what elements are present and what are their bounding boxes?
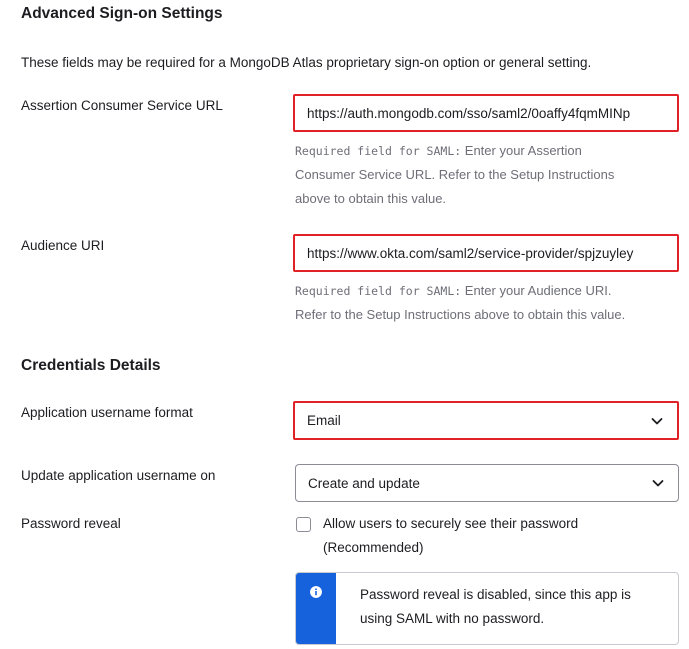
audience-uri-help: Required field for SAML: Enter your Audi…	[295, 279, 679, 327]
username-format-select[interactable]: Email	[293, 401, 679, 440]
audience-uri-label: Audience URI	[21, 238, 105, 253]
username-format-label: Application username format	[21, 405, 193, 420]
advanced-settings-title: Advanced Sign-on Settings	[21, 5, 223, 22]
password-reveal-callout: Password reveal is disabled, since this …	[295, 572, 679, 645]
acs-url-help-line2: Consumer Service URL. Refer to the Setup…	[295, 167, 615, 182]
acs-url-help-line1: Enter your Assertion	[461, 143, 582, 158]
acs-url-help-line3: above to obtain this value.	[295, 191, 447, 206]
callout-accent-bar	[296, 573, 336, 644]
update-username-value: Create and update	[308, 475, 420, 491]
username-format-value: Email	[307, 413, 341, 428]
update-username-select[interactable]: Create and update	[295, 464, 679, 502]
audience-uri-input[interactable]: https://www.okta.com/saml2/service-provi…	[293, 234, 679, 272]
audience-uri-value: https://www.okta.com/saml2/service-provi…	[307, 245, 634, 261]
callout-line2: using SAML with no password.	[360, 611, 545, 626]
callout-line1: Password reveal is disabled, since this …	[360, 587, 631, 602]
chevron-down-icon	[652, 480, 664, 487]
audience-uri-help-required: Required field for SAML:	[295, 284, 462, 298]
acs-url-help: Required field for SAML: Enter your Asse…	[295, 139, 679, 211]
password-reveal-checkbox-label[interactable]: Allow users to securely see their passwo…	[323, 512, 578, 560]
update-username-label: Update application username on	[21, 468, 216, 483]
audience-uri-help-line1: Enter your Audience URI.	[461, 283, 612, 298]
acs-url-input[interactable]: https://auth.mongodb.com/sso/saml2/0oaff…	[293, 94, 679, 132]
audience-uri-help-line2: Refer to the Setup Instructions above to…	[295, 307, 626, 322]
acs-url-help-required: Required field for SAML:	[295, 144, 462, 158]
chevron-down-icon	[651, 417, 663, 424]
info-icon	[310, 586, 322, 598]
acs-url-label: Assertion Consumer Service URL	[21, 98, 223, 113]
password-reveal-checkbox-line1: Allow users to securely see their passwo…	[323, 516, 579, 531]
password-reveal-checkbox-line2: (Recommended)	[323, 540, 424, 555]
callout-message: Password reveal is disabled, since this …	[336, 573, 631, 644]
password-reveal-label: Password reveal	[21, 516, 121, 531]
credentials-details-title: Credentials Details	[21, 357, 161, 374]
password-reveal-checkbox[interactable]	[296, 517, 311, 532]
advanced-settings-description: These fields may be required for a Mongo…	[21, 55, 592, 70]
acs-url-value: https://auth.mongodb.com/sso/saml2/0oaff…	[307, 105, 631, 121]
